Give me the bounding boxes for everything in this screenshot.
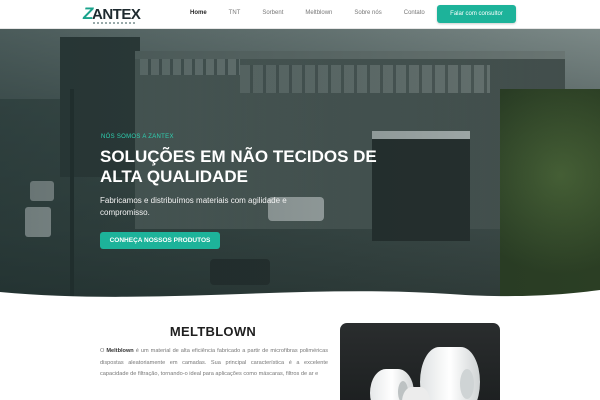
nav-contato[interactable]: Contato — [404, 10, 425, 16]
see-products-button[interactable]: CONHEÇA NOSSOS PRODUTOS — [100, 232, 220, 249]
site-header: Z ANTEX Home TNT Sorbent Meltblown Sobre… — [0, 0, 600, 29]
talk-to-consultant-button[interactable]: Falar com consultor — [437, 5, 516, 23]
hero-banner: NÓS SOMOS A ZANTEX SOLUÇÕES EM NÃO TECID… — [0, 29, 600, 304]
section-title: MELTBLOWN — [169, 324, 257, 339]
nav-tnt[interactable]: TNT — [229, 10, 241, 16]
nav-meltblown[interactable]: Meltblown — [305, 10, 332, 16]
main-nav: Home TNT Sorbent Meltblown Sobre nós Con… — [190, 10, 447, 16]
meltblown-section: MELTBLOWN O Meltblown é um material de a… — [0, 300, 600, 400]
roll-large — [420, 347, 480, 400]
roll-core — [460, 369, 474, 399]
hero-subtitle: Fabricamos e distribuímos materiais com … — [100, 196, 287, 217]
hero-title: SOLUÇÕES EM NÃO TECIDOS DE ALTA QUALIDAD… — [100, 147, 377, 186]
logo-underline — [93, 22, 137, 24]
nav-sobre-nos[interactable]: Sobre nós — [354, 10, 381, 16]
roll-small — [402, 387, 430, 400]
nav-home[interactable]: Home — [190, 10, 207, 16]
meltblown-rolls-image — [340, 323, 500, 400]
section-paragraph: O Meltblown é um material de alta eficiê… — [100, 346, 328, 381]
paragraph-rest: é um material de alta eficiência fabrica… — [100, 348, 329, 377]
paragraph-bold: Meltblown — [106, 348, 134, 354]
hero-eyebrow: NÓS SOMOS A ZANTEX — [101, 134, 174, 140]
nav-sorbent[interactable]: Sorbent — [262, 10, 283, 16]
zantex-logo[interactable]: Z ANTEX — [83, 3, 141, 27]
logo-text: ANTEX — [92, 6, 141, 23]
